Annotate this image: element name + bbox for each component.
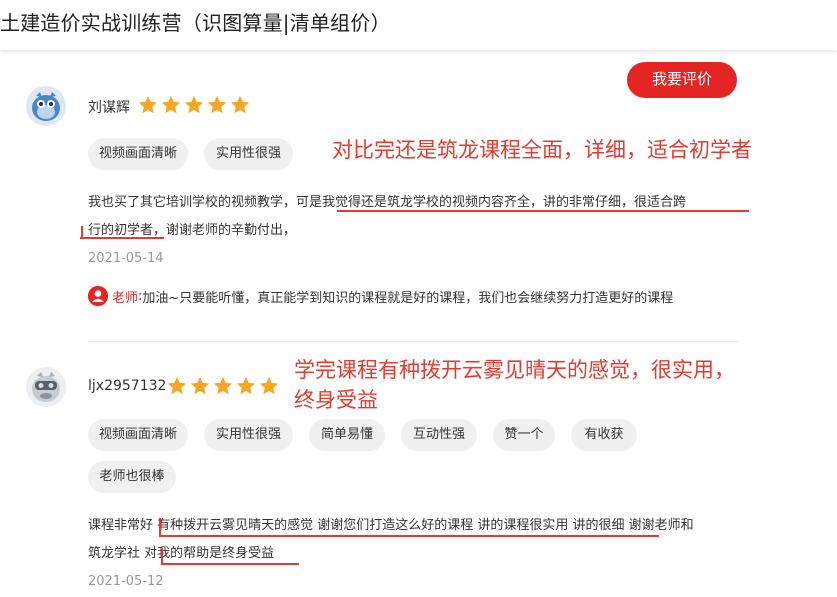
star-icon	[207, 95, 227, 114]
annotation-underline	[161, 563, 299, 565]
review-text-line: 行的初学者，谢谢老师的辛勤付出，	[88, 223, 297, 238]
reply-role: 老师	[112, 290, 139, 306]
annotation-text: 学完课程有种拨开云雾见晴天的感觉，很实用，	[294, 358, 735, 382]
user-icon	[88, 286, 108, 306]
star-icon	[184, 95, 204, 114]
review-text-line: 我也买了其它培训学校的视频教学，可是我觉得还是筑龙学校的视频内容齐全，讲的非常仔…	[88, 195, 687, 210]
rating-stars	[137, 94, 251, 116]
review-divider	[88, 341, 738, 342]
review-date: 2021-05-12	[88, 574, 164, 589]
review-tag: 老师也很棒	[88, 461, 176, 493]
star-icon	[230, 95, 250, 114]
annotation-text: 对比完还是筑龙课程全面，详细，适合初学者	[332, 138, 752, 162]
star-icon	[213, 376, 233, 395]
annotation-text: 终身受益	[294, 388, 378, 412]
course-title: 土建造价实战训练营（识图算量|清单组价）	[0, 11, 391, 35]
robot-avatar-icon	[26, 86, 66, 126]
review-tag: 简单易懂	[309, 419, 385, 451]
avatar[interactable]	[26, 367, 66, 407]
reviewer-name[interactable]: 刘谋辉	[88, 97, 130, 117]
annotation-mark	[161, 548, 163, 564]
annotation-underline	[80, 237, 164, 239]
review-tag: 有收获	[571, 419, 637, 451]
annotation-mark	[159, 518, 161, 536]
reviewer-name[interactable]: ljx2957132	[88, 378, 166, 394]
review-tag: 视频画面清晰	[88, 419, 188, 451]
review-date: 2021-05-14	[88, 251, 164, 266]
review-tag: 实用性很强	[204, 419, 293, 451]
robot-avatar-icon	[26, 367, 66, 407]
course-header: 土建造价实战训练营（识图算量|清单组价）	[0, 0, 837, 50]
star-icon	[167, 376, 187, 395]
star-icon	[190, 376, 210, 395]
review-tag: 互动性强	[401, 419, 477, 451]
star-icon	[138, 95, 158, 114]
teacher-reply: 老师 : 加油~只要能听懂，真正能学到知识的课程就是好的课程，我们也会继续努力打…	[88, 284, 673, 308]
avatar[interactable]	[26, 86, 66, 126]
review-tag: 赞一个	[493, 419, 555, 451]
write-review-button[interactable]: 我要评价	[627, 62, 737, 98]
review-tag: 实用性很强	[204, 138, 293, 170]
star-icon	[259, 376, 279, 395]
annotation-underline	[337, 210, 749, 212]
star-icon	[161, 95, 181, 114]
star-icon	[236, 376, 256, 395]
review-tag: 视频画面清晰	[88, 138, 188, 170]
reply-text: 加油~只要能听懂，真正能学到知识的课程就是好的课程，我们也会继续努力打造更好的课…	[142, 290, 674, 306]
annotation-underline	[159, 535, 659, 537]
rating-stars	[166, 375, 280, 397]
